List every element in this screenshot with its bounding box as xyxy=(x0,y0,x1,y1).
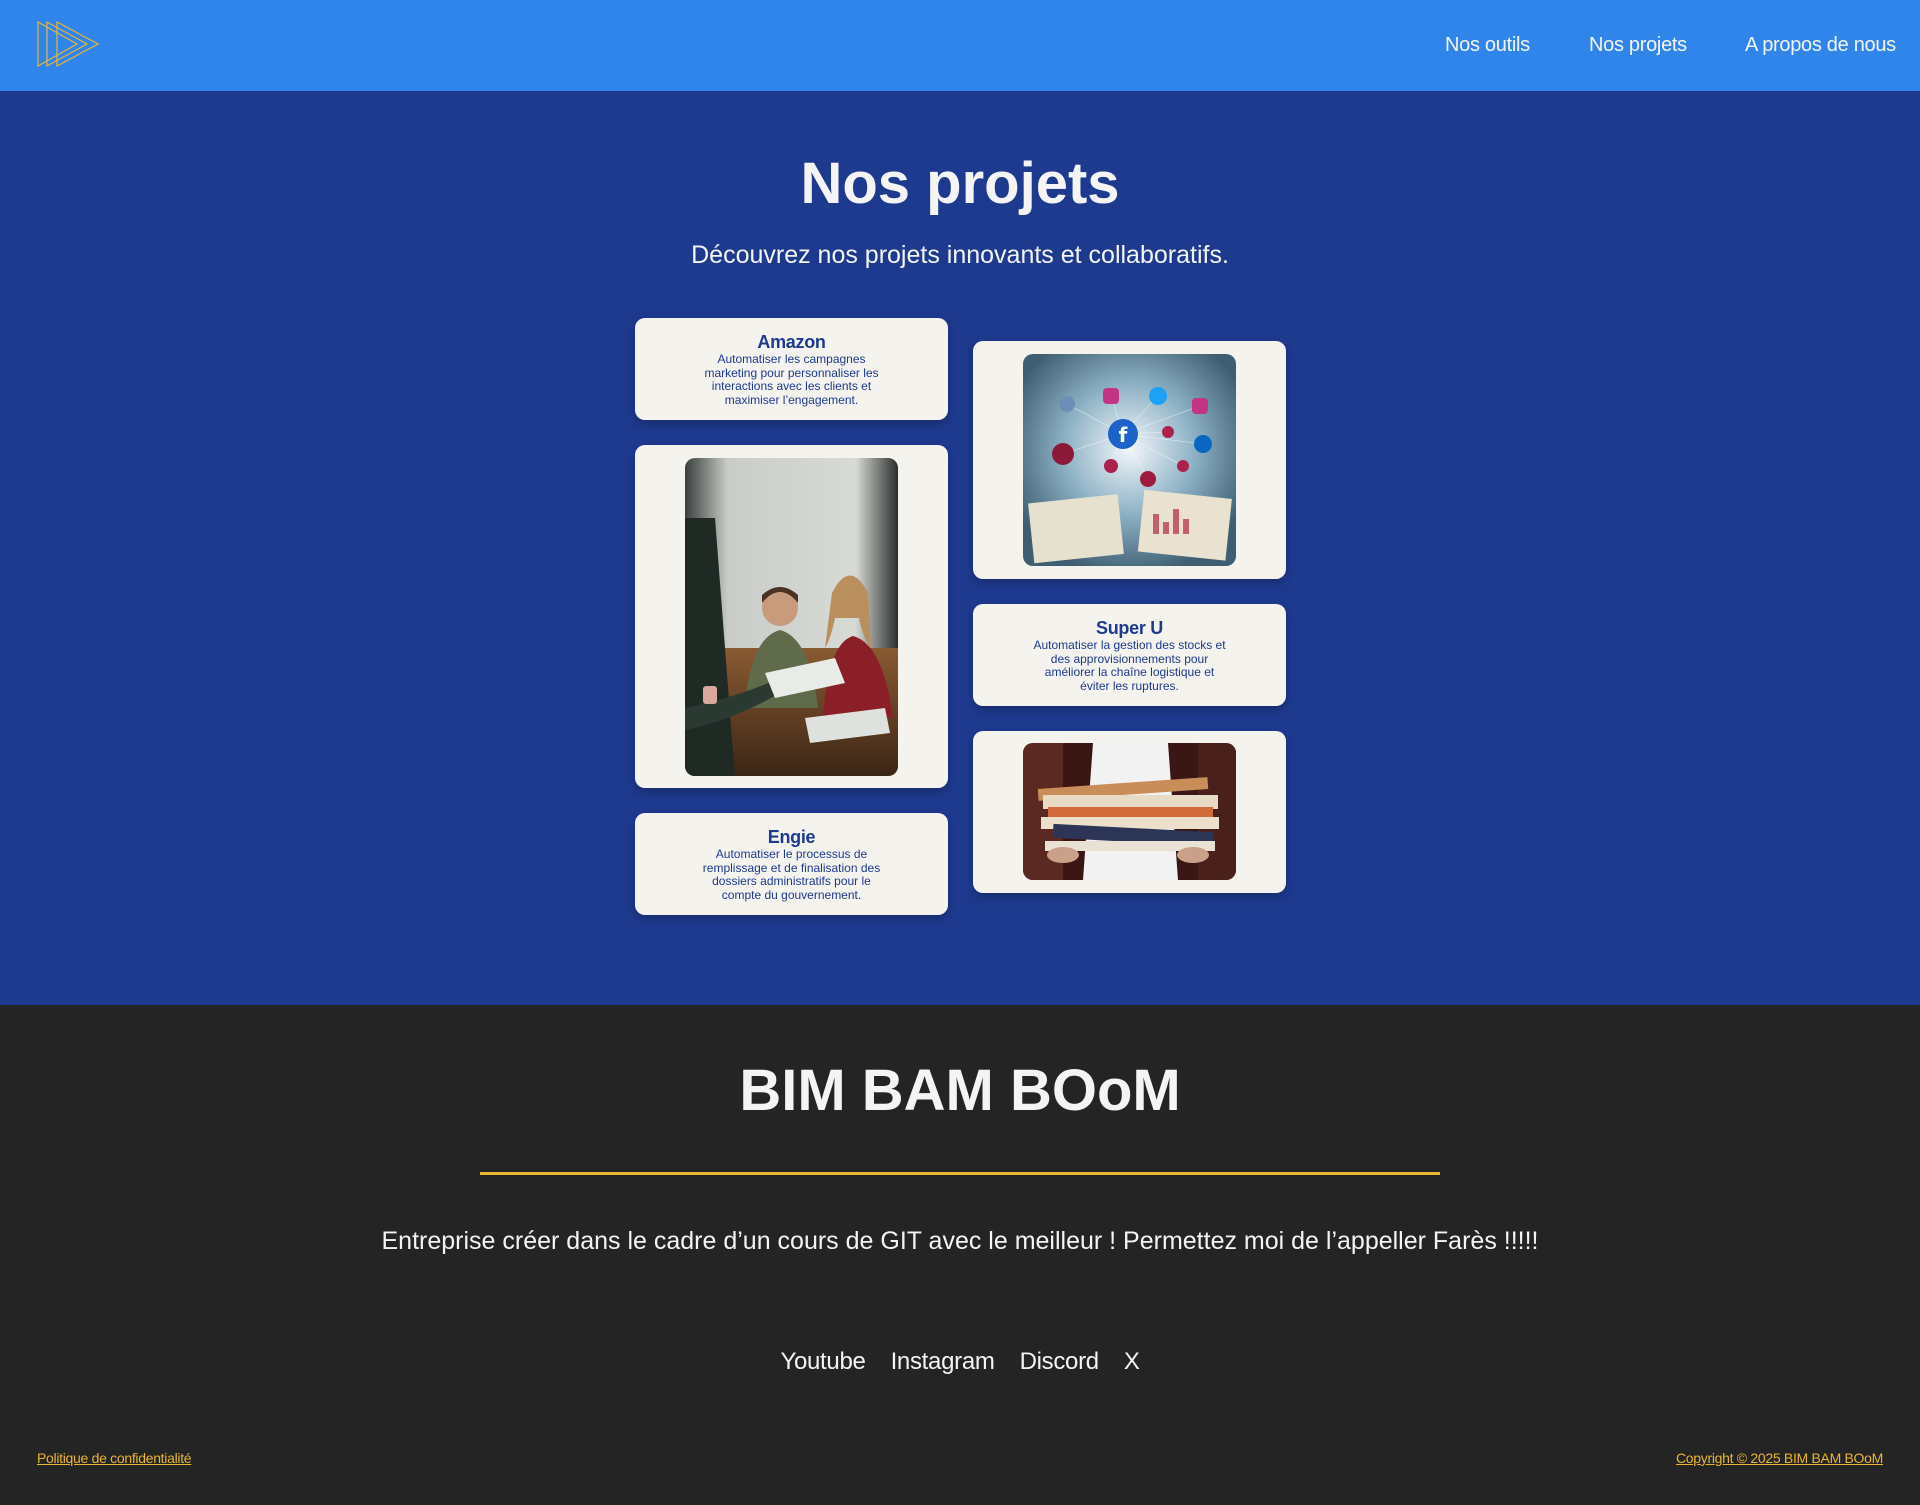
site-footer: BIM BAM BOoM Entreprise créer dans le ca… xyxy=(0,1005,1920,1505)
footer-divider xyxy=(480,1172,1440,1175)
project-card-amazon[interactable]: Amazon Automatiser les campagnes marketi… xyxy=(635,318,948,420)
project-title: Amazon xyxy=(757,332,826,352)
copyright-link[interactable]: Copyright © 2025 BIM BAM BOoM xyxy=(1676,1450,1883,1466)
nav-link-nos-outils[interactable]: Nos outils xyxy=(1445,34,1530,57)
svg-text:f: f xyxy=(1119,423,1128,447)
project-description: Automatiser les campagnes marketing pour… xyxy=(704,352,879,407)
social-media-image: f xyxy=(1023,354,1236,566)
page-subtitle: Découvrez nos projets innovants et colla… xyxy=(691,241,1229,269)
footer-brand: BIM BAM BOoM xyxy=(739,1058,1181,1123)
project-title: Super U xyxy=(1096,618,1163,638)
project-image-card: f xyxy=(973,341,1286,579)
nav-item-nos-outils: Nos outils xyxy=(1445,0,1530,91)
footer-tagline: Entreprise créer dans le cadre d’un cour… xyxy=(381,1227,1539,1255)
nav-link-nos-projets[interactable]: Nos projets xyxy=(1589,34,1687,57)
social-link-discord[interactable]: Discord xyxy=(1020,1348,1100,1376)
project-image-card xyxy=(973,731,1286,893)
team-meeting-image xyxy=(685,458,898,776)
page-title: Nos projets xyxy=(800,151,1120,216)
nav-item-nos-projets: Nos projets xyxy=(1589,0,1687,91)
nav-link-a-propos[interactable]: A propos de nous xyxy=(1745,34,1896,57)
nav-item-a-propos: A propos de nous xyxy=(1745,0,1896,91)
site-header: Nos outils Nos projets A propos de nous xyxy=(0,0,1920,91)
social-link-instagram[interactable]: Instagram xyxy=(891,1348,995,1376)
project-card-super-u[interactable]: Super U Automatiser la gestion des stock… xyxy=(973,604,1286,706)
privacy-policy-link[interactable]: Politique de confidentialité xyxy=(37,1450,192,1466)
social-link-youtube[interactable]: Youtube xyxy=(780,1348,865,1376)
social-links: Youtube Instagram Discord X xyxy=(0,1348,1920,1376)
projects-section xyxy=(0,91,1920,1005)
project-title: Engie xyxy=(767,827,816,847)
project-description: Automatiser la gestion des stocks et des… xyxy=(1033,638,1226,693)
project-card-engie[interactable]: Engie Automatiser le processus de rempli… xyxy=(635,813,948,915)
project-image-card xyxy=(635,445,948,788)
project-description: Automatiser le processus de remplissage … xyxy=(702,847,881,902)
social-link-x[interactable]: X xyxy=(1124,1348,1140,1376)
logo-icon[interactable] xyxy=(37,20,100,68)
document-stack-image xyxy=(1023,743,1236,880)
